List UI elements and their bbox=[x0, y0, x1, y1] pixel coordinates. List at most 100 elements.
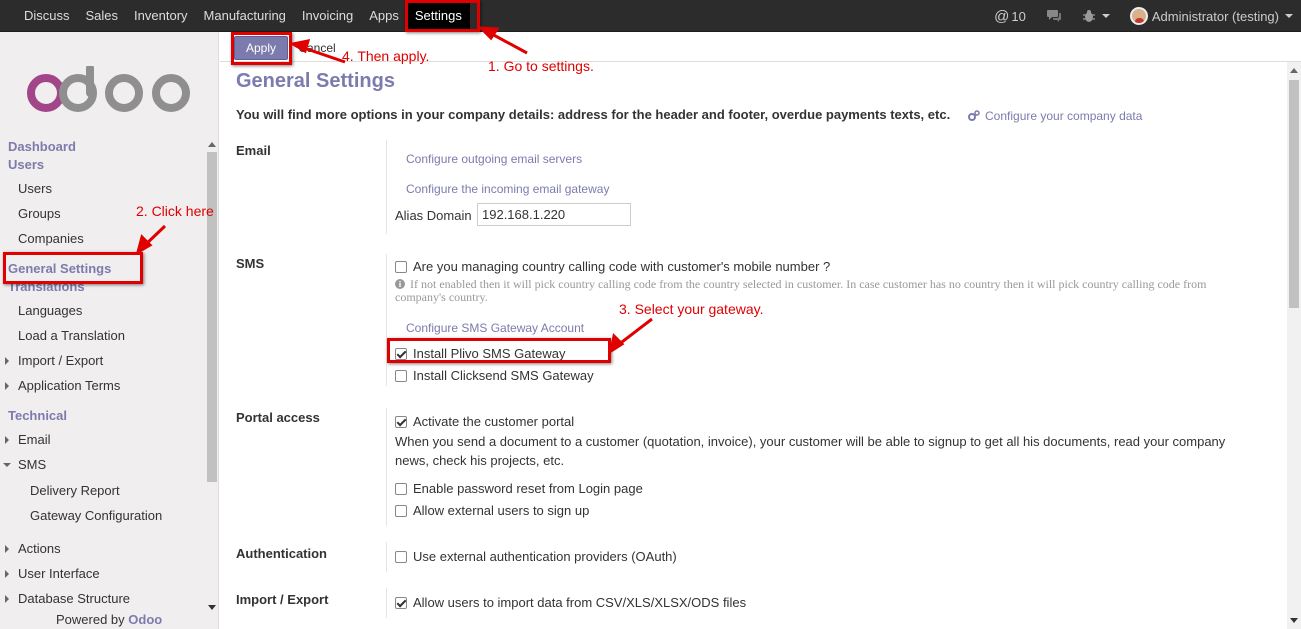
country-code-hint-text: If not enabled then it will pick country… bbox=[395, 277, 1207, 304]
oauth-checkbox[interactable] bbox=[395, 550, 407, 563]
annotation-step-1: 1. Go to settings. bbox=[488, 58, 594, 74]
systray: @ 10 Administrator (testing) bbox=[984, 0, 1293, 32]
sidebar-item-gateway-configuration[interactable]: Gateway Configuration bbox=[30, 508, 162, 523]
sidebar-item-delivery-report[interactable]: Delivery Report bbox=[30, 483, 120, 498]
info-icon bbox=[395, 279, 405, 289]
sidebar-item-users[interactable]: Users bbox=[18, 181, 52, 196]
sidebar-item-database-structure[interactable]: Database Structure bbox=[18, 591, 130, 606]
clicksend-option: Install Clicksend SMS Gateway bbox=[395, 368, 594, 383]
configure-sms-gateway-link[interactable]: Configure SMS Gateway Account bbox=[406, 321, 584, 335]
sidebar-item-groups[interactable]: Groups bbox=[18, 206, 61, 221]
sms-section-label: SMS bbox=[236, 256, 265, 271]
top-navbar: Discuss Sales Inventory Manufacturing In… bbox=[0, 0, 1301, 32]
alias-domain-label: Alias Domain bbox=[395, 208, 472, 223]
incoming-email-link[interactable]: Configure the incoming email gateway bbox=[406, 182, 609, 196]
annotation-step-4: 4. Then apply. bbox=[342, 48, 430, 64]
top-menu: Discuss Sales Inventory Manufacturing In… bbox=[16, 0, 470, 32]
sidebar-item-sms[interactable]: SMS bbox=[18, 457, 46, 472]
menu-discuss[interactable]: Discuss bbox=[16, 0, 78, 32]
configure-company-label: Configure your company data bbox=[985, 109, 1143, 123]
country-code-hint: If not enabled then it will pick country… bbox=[395, 278, 1225, 304]
sidebar-section-technical: Technical bbox=[8, 408, 68, 423]
external-signup-label: Allow external users to sign up bbox=[413, 503, 590, 518]
mention-count: 10 bbox=[1011, 8, 1026, 24]
sidebar-item-import-export[interactable]: Import / Export bbox=[18, 353, 103, 368]
portal-description: When you send a document to a customer (… bbox=[395, 434, 1226, 468]
scroll-up-icon[interactable] bbox=[208, 142, 216, 147]
expand-icon[interactable] bbox=[5, 382, 9, 390]
scrollbar-thumb[interactable] bbox=[207, 152, 217, 482]
at-icon: @ bbox=[994, 7, 1010, 25]
scroll-down-icon[interactable] bbox=[1290, 618, 1298, 623]
intro-text: You will find more options in your compa… bbox=[236, 107, 951, 122]
sidebar-item-actions[interactable]: Actions bbox=[18, 541, 61, 556]
outgoing-email-link[interactable]: Configure outgoing email servers bbox=[406, 152, 582, 166]
collapse-icon[interactable] bbox=[3, 463, 11, 467]
expand-icon[interactable] bbox=[5, 570, 9, 578]
divider bbox=[386, 588, 387, 618]
external-signup-checkbox[interactable] bbox=[395, 504, 407, 517]
activate-portal-checkbox[interactable] bbox=[395, 415, 407, 428]
annotation-box-plivo bbox=[387, 338, 611, 363]
gears-icon bbox=[968, 110, 980, 121]
menu-sales[interactable]: Sales bbox=[78, 0, 127, 32]
scroll-up-icon[interactable] bbox=[1290, 68, 1298, 73]
allow-import-checkbox[interactable] bbox=[395, 596, 407, 609]
cancel-button[interactable]: Cancel bbox=[290, 38, 344, 60]
expand-icon[interactable] bbox=[5, 595, 9, 603]
menu-manufacturing[interactable]: Manufacturing bbox=[196, 0, 294, 32]
password-reset-checkbox[interactable] bbox=[395, 482, 407, 495]
menu-inventory[interactable]: Inventory bbox=[126, 0, 195, 32]
allow-import-option: Allow users to import data from CSV/XLS/… bbox=[395, 595, 746, 610]
mentions-button[interactable]: @ 10 bbox=[994, 8, 1026, 25]
external-signup-option: Allow external users to sign up bbox=[395, 503, 589, 518]
country-code-option: Are you managing country calling code wi… bbox=[395, 259, 830, 274]
divider bbox=[386, 408, 387, 526]
divider bbox=[386, 140, 387, 234]
powered-by-brand[interactable]: Odoo bbox=[128, 612, 162, 627]
portal-section-label: Portal access bbox=[236, 410, 320, 425]
sidebar: Dashboard Users Users Groups Companies G… bbox=[0, 32, 219, 629]
configure-company-link[interactable]: Configure your company data bbox=[968, 109, 1142, 123]
activate-portal-label: Activate the customer portal bbox=[413, 414, 575, 429]
expand-icon[interactable] bbox=[5, 357, 9, 365]
import-export-section-label: Import / Export bbox=[236, 592, 329, 607]
sidebar-dashboard[interactable]: Dashboard bbox=[8, 139, 76, 154]
sidebar-item-languages[interactable]: Languages bbox=[18, 303, 82, 318]
clicksend-label: Install Clicksend SMS Gateway bbox=[413, 368, 594, 383]
sidebar-item-email[interactable]: Email bbox=[18, 432, 51, 447]
divider bbox=[386, 542, 387, 572]
menu-apps[interactable]: Apps bbox=[361, 0, 407, 32]
annotation-box-settings bbox=[405, 0, 480, 32]
password-reset-label: Enable password reset from Login page bbox=[413, 481, 643, 496]
activate-portal-option: Activate the customer portal bbox=[395, 414, 574, 429]
scroll-down-icon[interactable] bbox=[208, 605, 216, 610]
chat-button[interactable] bbox=[1046, 9, 1062, 23]
main-scrollbar[interactable] bbox=[1287, 62, 1301, 629]
expand-icon[interactable] bbox=[5, 545, 9, 553]
powered-by: Powered by Odoo bbox=[56, 612, 162, 627]
scrollbar-thumb[interactable] bbox=[1289, 80, 1299, 308]
menu-invoicing[interactable]: Invoicing bbox=[294, 0, 361, 32]
sidebar-section-users: Users bbox=[8, 157, 45, 172]
user-menu[interactable]: Administrator (testing) bbox=[1129, 7, 1293, 25]
bug-icon bbox=[1082, 10, 1095, 22]
user-name: Administrator (testing) bbox=[1151, 8, 1279, 24]
alias-domain-input[interactable] bbox=[477, 203, 631, 226]
sidebar-item-load-translation[interactable]: Load a Translation bbox=[18, 328, 125, 343]
oauth-option: Use external authentication providers (O… bbox=[395, 549, 677, 564]
chevron-down-icon bbox=[1101, 14, 1110, 18]
country-code-label: Are you managing country calling code wi… bbox=[413, 259, 831, 274]
country-code-checkbox[interactable] bbox=[395, 260, 407, 273]
odoo-logo bbox=[27, 66, 190, 112]
annotation-box-apply bbox=[231, 32, 292, 65]
sidebar-item-user-interface[interactable]: User Interface bbox=[18, 566, 100, 581]
email-section-label: Email bbox=[236, 143, 271, 158]
powered-by-label: Powered by bbox=[56, 612, 125, 627]
debug-button[interactable] bbox=[1082, 9, 1110, 23]
clicksend-checkbox[interactable] bbox=[395, 369, 407, 382]
expand-icon[interactable] bbox=[5, 436, 9, 444]
sidebar-item-application-terms[interactable]: Application Terms bbox=[18, 378, 120, 393]
auth-section-label: Authentication bbox=[236, 546, 327, 561]
sidebar-item-companies[interactable]: Companies bbox=[18, 231, 84, 246]
